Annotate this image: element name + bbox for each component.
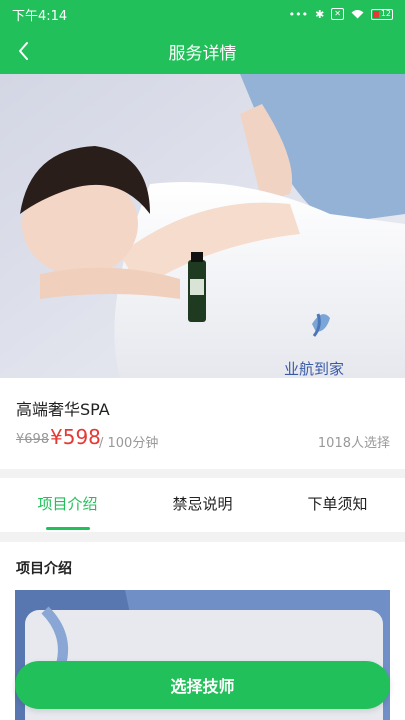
tab-bar: 项目介绍 禁忌说明 下单须知 (0, 478, 405, 532)
section-title: 项目介绍 (16, 561, 72, 577)
bluetooth-icon: ✱ (315, 7, 325, 21)
more-dots-icon: ••• (288, 7, 309, 21)
tab-indicator (45, 527, 90, 530)
duration: / 100分钟 (99, 436, 159, 451)
price: ¥598 (50, 425, 101, 449)
page-title: 服务详情 (168, 43, 237, 64)
tab-order-notes-label: 下单须知 (307, 495, 368, 513)
service-name: 高端奢华SPA (16, 400, 110, 419)
back-arrow-icon[interactable] (12, 38, 38, 64)
status-icons: ••• ✱ ✕ 12 (289, 8, 393, 21)
tab-intro[interactable]: 项目介绍 (0, 478, 135, 532)
tab-contraindications-label: 禁忌说明 (172, 495, 233, 513)
hero-watermark: 业航到家 (284, 360, 344, 378)
sim-off-icon: ✕ (331, 8, 344, 20)
status-bar: 下午4:14 ••• ✱ ✕ 12 (0, 0, 405, 28)
select-technician-button[interactable]: 选择技师 (15, 661, 390, 709)
tab-order-notes[interactable]: 下单须知 (270, 478, 405, 532)
hero-image[interactable]: 业航到家 (0, 74, 405, 378)
battery-level: 12 (380, 8, 391, 18)
tab-intro-label: 项目介绍 (37, 495, 98, 513)
tab-contraindications[interactable]: 禁忌说明 (135, 478, 270, 532)
wifi-icon (351, 10, 364, 19)
sold-count: 1018人选择 (317, 436, 390, 451)
status-time: 下午4:14 (12, 8, 68, 24)
service-info: 高端奢华SPA ¥698 ¥598 / 100分钟 1018人选择 (0, 378, 405, 469)
original-price: ¥698 (16, 432, 50, 447)
nav-bar: 服务详情 (0, 28, 405, 74)
battery-icon: 12 (371, 8, 393, 20)
